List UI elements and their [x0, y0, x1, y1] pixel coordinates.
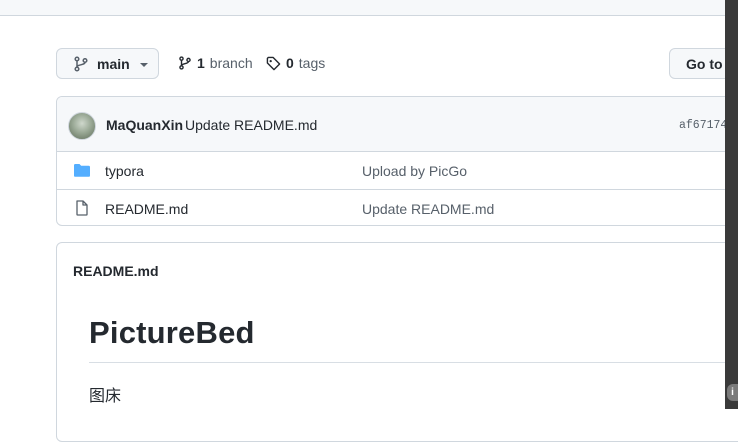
branches-link[interactable]: 1 branch [178, 55, 253, 71]
file-name[interactable]: typora [105, 163, 144, 179]
folder-icon [74, 164, 90, 177]
file-commit-message[interactable]: Upload by PicGo [362, 163, 467, 179]
side-panel-edge: i [725, 0, 738, 409]
commit-author[interactable]: MaQuanXin [106, 117, 183, 133]
git-branch-icon [74, 55, 88, 72]
info-icon[interactable]: i [727, 384, 738, 401]
readme-heading: PictureBed [89, 315, 255, 350]
avatar[interactable] [68, 112, 96, 140]
readme-panel: README.md PictureBed 图床 [56, 242, 738, 442]
tags-link[interactable]: 0 tags [266, 55, 325, 71]
table-row: README.md Update README.md [57, 190, 738, 225]
tag-label: tags [298, 55, 326, 71]
table-row: typora Upload by PicGo [57, 152, 738, 190]
git-branch-icon [179, 56, 191, 70]
branch-count: 1 [197, 55, 205, 71]
file-name[interactable]: README.md [105, 201, 188, 217]
readme-filename[interactable]: README.md [73, 263, 159, 279]
readme-paragraph: 图床 [89, 388, 122, 405]
tag-icon [266, 56, 281, 70]
file-icon [76, 200, 88, 216]
file-commit-message[interactable]: Update README.md [362, 201, 494, 217]
top-bar [0, 0, 738, 16]
chevron-down-icon [139, 62, 148, 67]
latest-commit-row: MaQuanXin Update README.md af67174 [57, 97, 738, 152]
divider [89, 362, 738, 363]
commit-sha[interactable]: af67174 [679, 119, 727, 132]
branch-label: branch [209, 55, 253, 71]
branch-name: main [97, 55, 130, 72]
branch-select-button[interactable]: main [56, 48, 159, 79]
commit-message[interactable]: Update README.md [185, 117, 317, 133]
file-list: MaQuanXin Update README.md af67174 typor… [56, 96, 738, 226]
tag-count: 0 [286, 55, 294, 71]
